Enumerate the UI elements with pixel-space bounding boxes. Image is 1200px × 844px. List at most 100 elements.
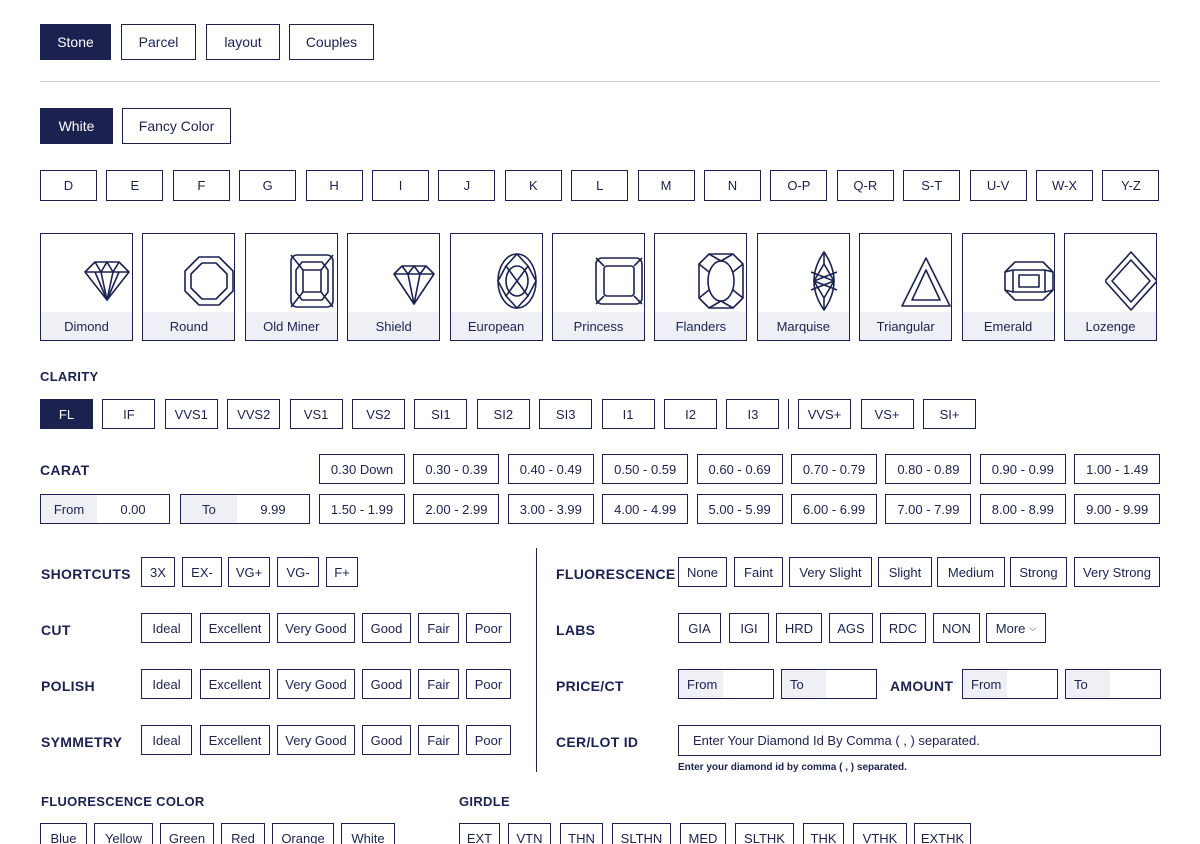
color-grade-i[interactable]: I: [372, 170, 429, 201]
carat-from-input[interactable]: [97, 495, 169, 523]
shape-princess[interactable]: Princess: [552, 233, 645, 341]
color-grade-q-r[interactable]: Q-R: [836, 170, 894, 201]
carat-range-0-30-down[interactable]: 0.30 Down: [319, 454, 405, 484]
carat-range-0-40-0-49[interactable]: 0.40 - 0.49: [507, 454, 594, 484]
color-grade-m[interactable]: M: [637, 170, 695, 201]
symmetry-excellent[interactable]: Excellent: [200, 725, 270, 755]
polish-excellent[interactable]: Excellent: [200, 669, 270, 699]
carat-range-8-00-8-99[interactable]: 8.00 - 8.99: [979, 494, 1066, 524]
shortcut-vg[interactable]: VG+: [228, 557, 270, 587]
clarity-if[interactable]: IF: [102, 399, 156, 429]
tab-white[interactable]: White: [40, 108, 113, 144]
carat-to-input[interactable]: [237, 495, 309, 523]
girdle-slthk[interactable]: SLTHK: [735, 823, 794, 844]
clarity-fl[interactable]: FL: [40, 399, 93, 429]
clarity-vvs[interactable]: VVS+: [798, 399, 851, 429]
cut-good[interactable]: Good: [362, 613, 411, 643]
lab-ags[interactable]: AGS: [829, 613, 873, 643]
color-grade-j[interactable]: J: [438, 170, 496, 201]
lab-non[interactable]: NON: [933, 613, 980, 643]
fluor-color-white[interactable]: White: [341, 823, 395, 844]
tab-parcel[interactable]: Parcel: [121, 24, 196, 60]
color-grade-n[interactable]: N: [704, 170, 761, 201]
tab-stone[interactable]: Stone: [40, 24, 111, 60]
symmetry-very-good[interactable]: Very Good: [277, 725, 355, 755]
symmetry-poor[interactable]: Poor: [466, 725, 511, 755]
color-grade-w-x[interactable]: W-X: [1036, 170, 1093, 201]
carat-range-9-00-9-99[interactable]: 9.00 - 9.99: [1074, 494, 1161, 524]
shape-lozenge[interactable]: Lozenge: [1064, 233, 1157, 341]
tab-layout[interactable]: layout: [206, 24, 280, 60]
shape-old-miner[interactable]: Old Miner: [244, 233, 338, 341]
clarity-si[interactable]: SI+: [923, 399, 976, 429]
polish-fair[interactable]: Fair: [418, 669, 459, 699]
fluorescence-medium[interactable]: Medium: [937, 557, 1005, 587]
clarity-si3[interactable]: SI3: [539, 399, 593, 429]
shape-triangular[interactable]: Triangular: [859, 233, 953, 341]
tab-fancy-color[interactable]: Fancy Color: [122, 108, 231, 144]
shape-emerald[interactable]: Emerald: [961, 233, 1055, 341]
fluor-color-green[interactable]: Green: [160, 823, 214, 844]
symmetry-ideal[interactable]: Ideal: [141, 725, 192, 755]
girdle-thn[interactable]: THN: [560, 823, 603, 844]
color-grade-u-v[interactable]: U-V: [969, 170, 1027, 201]
fluor-color-red[interactable]: Red: [221, 823, 265, 844]
lab-igi[interactable]: IGI: [729, 613, 769, 643]
cut-fair[interactable]: Fair: [418, 613, 459, 643]
clarity-i2[interactable]: I2: [664, 399, 717, 429]
symmetry-fair[interactable]: Fair: [418, 725, 459, 755]
carat-range-6-00-6-99[interactable]: 6.00 - 6.99: [791, 494, 877, 524]
carat-range-3-00-3-99[interactable]: 3.00 - 3.99: [507, 494, 594, 524]
shape-shield[interactable]: Shield: [347, 233, 441, 341]
labs-more-button[interactable]: More ⌵: [986, 613, 1046, 643]
polish-good[interactable]: Good: [362, 669, 411, 699]
carat-range-0-30-0-39[interactable]: 0.30 - 0.39: [413, 454, 500, 484]
carat-range-2-00-2-99[interactable]: 2.00 - 2.99: [413, 494, 500, 524]
color-grade-e[interactable]: E: [106, 170, 164, 201]
cer-lot-id-input[interactable]: [678, 725, 1161, 756]
clarity-vvs2[interactable]: VVS2: [227, 399, 281, 429]
girdle-slthn[interactable]: SLTHN: [612, 823, 671, 844]
clarity-vvs1[interactable]: VVS1: [164, 399, 218, 429]
color-grade-g[interactable]: G: [239, 170, 297, 201]
fluor-color-orange[interactable]: Orange: [272, 823, 334, 844]
shape-dimond[interactable]: Dimond: [40, 233, 133, 341]
cut-very-good[interactable]: Very Good: [277, 613, 355, 643]
carat-range-0-90-0-99[interactable]: 0.90 - 0.99: [979, 454, 1066, 484]
fluorescence-very-slight[interactable]: Very Slight: [789, 557, 872, 587]
shortcut-vg[interactable]: VG-: [277, 557, 319, 587]
carat-range-0-70-0-79[interactable]: 0.70 - 0.79: [791, 454, 877, 484]
shortcut-f[interactable]: F+: [326, 557, 358, 587]
shape-marquise[interactable]: Marquise: [756, 233, 850, 341]
carat-range-0-60-0-69[interactable]: 0.60 - 0.69: [696, 454, 783, 484]
carat-range-1-50-1-99[interactable]: 1.50 - 1.99: [319, 494, 405, 524]
polish-poor[interactable]: Poor: [466, 669, 511, 699]
clarity-vs2[interactable]: VS2: [352, 399, 405, 429]
fluorescence-very-strong[interactable]: Very Strong: [1074, 557, 1160, 587]
color-grade-d[interactable]: D: [40, 170, 97, 201]
amount-from-input[interactable]: [1007, 670, 1057, 698]
color-grade-h[interactable]: H: [305, 170, 363, 201]
color-grade-y-z[interactable]: Y-Z: [1102, 170, 1160, 201]
polish-ideal[interactable]: Ideal: [141, 669, 192, 699]
carat-range-7-00-7-99[interactable]: 7.00 - 7.99: [885, 494, 972, 524]
fluorescence-faint[interactable]: Faint: [734, 557, 783, 587]
carat-range-4-00-4-99[interactable]: 4.00 - 4.99: [602, 494, 689, 524]
color-grade-o-p[interactable]: O-P: [770, 170, 828, 201]
girdle-thk[interactable]: THK: [803, 823, 844, 844]
shape-european[interactable]: European: [449, 233, 543, 341]
girdle-exthk[interactable]: EXTHK: [914, 823, 971, 844]
symmetry-good[interactable]: Good: [362, 725, 411, 755]
color-grade-s-t[interactable]: S-T: [903, 170, 961, 201]
lab-rdc[interactable]: RDC: [880, 613, 926, 643]
carat-range-5-00-5-99[interactable]: 5.00 - 5.99: [696, 494, 783, 524]
color-grade-k[interactable]: K: [504, 170, 562, 201]
amount-to-input[interactable]: [1110, 670, 1160, 698]
lab-hrd[interactable]: HRD: [776, 613, 822, 643]
clarity-i3[interactable]: I3: [726, 399, 780, 429]
tab-couples[interactable]: Couples: [289, 24, 374, 60]
shape-flanders[interactable]: Flanders: [654, 233, 748, 341]
girdle-med[interactable]: MED: [680, 823, 726, 844]
cut-ideal[interactable]: Ideal: [141, 613, 192, 643]
carat-range-0-80-0-89[interactable]: 0.80 - 0.89: [885, 454, 972, 484]
